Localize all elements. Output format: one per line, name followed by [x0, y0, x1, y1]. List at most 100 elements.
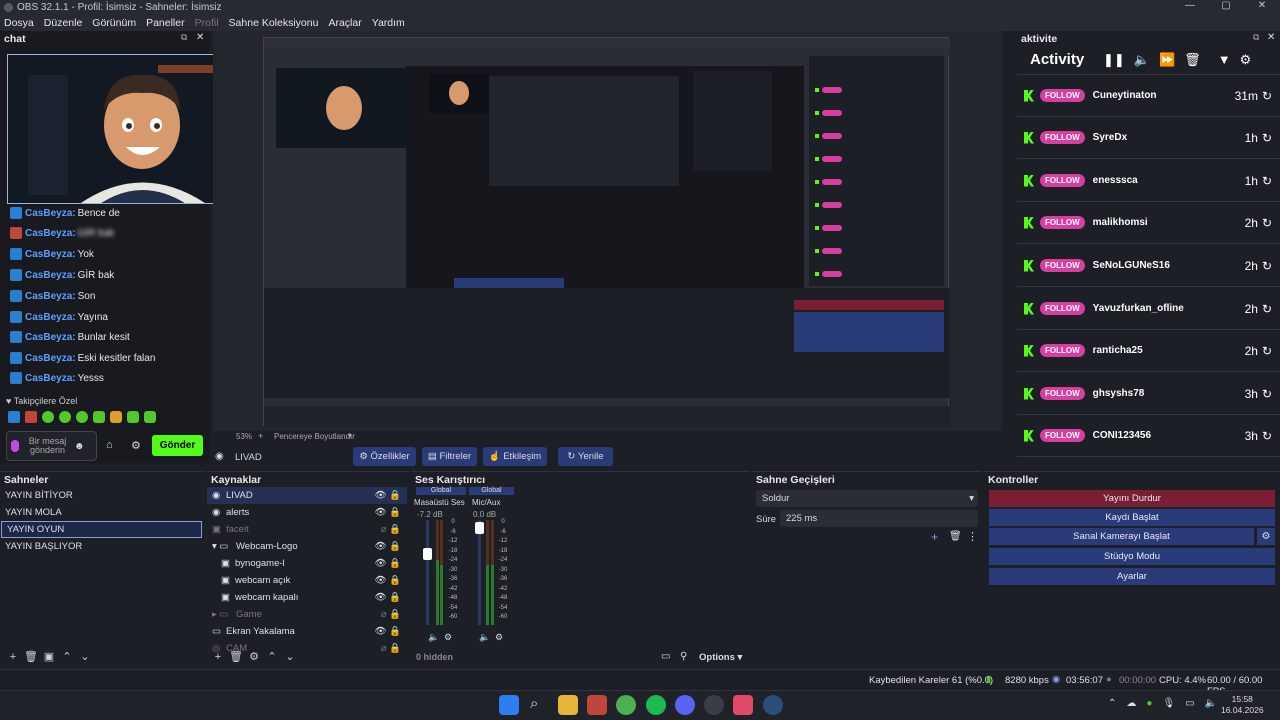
fit-window-label[interactable]: Pencereye Boyutlandır — [274, 432, 355, 441]
studio-mode-button[interactable]: Stüdyo Modu — [989, 548, 1275, 565]
emoji-icon[interactable]: ☻ — [74, 441, 85, 452]
chevron-up-icon[interactable]: ⌃ — [1108, 698, 1116, 709]
activity-item[interactable]: FOLLOW enesssca 1h ↻ — [1017, 160, 1280, 202]
gear-icon[interactable]: ⚙ — [1257, 528, 1275, 545]
chat-close-icon[interactable]: ✕ — [196, 32, 204, 43]
menu-yardim[interactable]: Yardım — [372, 17, 405, 29]
volume-handle[interactable] — [475, 522, 484, 534]
gear-icon[interactable]: ⚙ — [1240, 52, 1252, 68]
activity-item[interactable]: FOLLOW SeNoLGUNeS16 2h ↻ — [1017, 245, 1280, 287]
emote-icon[interactable] — [25, 411, 37, 423]
maximize-button[interactable]: ▢ — [1208, 0, 1244, 11]
source-item[interactable]: ▣ faceit ⌀ 🔒 — [207, 521, 407, 538]
activity-close-icon[interactable]: ✕ — [1267, 32, 1275, 43]
replay-icon[interactable]: ↻ — [1262, 131, 1272, 145]
scene-item-selected[interactable]: YAYIN OYUN — [1, 521, 202, 538]
mute-icon[interactable]: 🔈 — [428, 632, 439, 643]
mixer-options-button[interactable]: Options ▾ — [699, 652, 742, 663]
filters-button[interactable]: ▤ Filtreler — [422, 447, 477, 466]
menu-paneller[interactable]: Paneller — [146, 17, 185, 29]
chrome-icon[interactable] — [616, 695, 636, 715]
trash-icon[interactable]: 🗑 — [949, 531, 962, 542]
menu-gorunum[interactable]: Görünüm — [92, 17, 136, 29]
emote-icon[interactable] — [127, 411, 139, 423]
activity-item[interactable]: FOLLOW malikhomsi 2h ↻ — [1017, 202, 1280, 244]
menu-profil[interactable]: Profil — [195, 17, 219, 29]
zoom-in-icon[interactable]: + — [258, 431, 263, 441]
trash-icon[interactable]: 🗑 — [227, 650, 245, 663]
menu-araclar[interactable]: Araçlar — [328, 17, 361, 29]
up-icon[interactable]: ⌃ — [58, 650, 76, 663]
app-icon[interactable] — [587, 695, 607, 715]
obs-icon[interactable] — [704, 695, 724, 715]
start-recording-button[interactable]: Kaydı Başlat — [989, 509, 1275, 526]
emote-icon[interactable] — [144, 411, 156, 423]
tray-icon[interactable]: ☁ — [1126, 698, 1136, 709]
down-icon[interactable]: ⌄ — [281, 650, 299, 663]
replay-icon[interactable]: ↻ — [1262, 387, 1272, 401]
properties-button[interactable]: ⚙ Özellikler — [353, 447, 416, 466]
menu-duzenle[interactable]: Düzenle — [44, 17, 83, 29]
up-icon[interactable]: ⌃ — [263, 650, 281, 663]
gear-icon[interactable]: ⚙ — [245, 650, 263, 663]
add-transition-icon[interactable]: + — [931, 530, 938, 544]
steam-icon[interactable] — [763, 695, 783, 715]
interact-button[interactable]: ☝ Etkileşim — [483, 447, 547, 466]
down-icon[interactable]: ⌄ — [76, 650, 94, 663]
add-icon[interactable]: + — [209, 651, 227, 663]
channel-name[interactable]: Mic/Aux — [472, 498, 500, 507]
trash-icon[interactable]: 🗑 — [1184, 52, 1201, 68]
duration-spinbox[interactable]: 225 ms — [780, 510, 978, 527]
source-item[interactable]: ◉ LIVAD 👁 🔒 — [207, 487, 407, 504]
source-item[interactable]: ▣ webcam açık 👁 🔒 — [207, 572, 407, 589]
filter-icon[interactable]: ▣ — [40, 650, 58, 663]
start-virtual-camera-button[interactable]: Sanal Kamerayı Başlat — [989, 528, 1254, 545]
shop-icon[interactable]: ⌂ — [106, 439, 113, 451]
mute-icon[interactable]: 🔈 — [479, 632, 490, 643]
menu-dosya[interactable]: Dosya — [4, 17, 34, 29]
source-item[interactable]: ▸ ▭ Game ⌀ 🔒 — [207, 606, 407, 623]
emote-icon[interactable] — [93, 411, 105, 423]
volume-icon[interactable]: 🔈 — [1205, 698, 1217, 709]
mic-icon[interactable] — [11, 440, 19, 452]
scene-item[interactable]: YAYIN MOLA — [0, 504, 205, 521]
emote-icon[interactable] — [8, 411, 20, 423]
chevron-down-icon[interactable]: ▾ — [348, 431, 352, 440]
source-item[interactable]: ▣ webcam kapalı 👁 🔒 — [207, 589, 407, 606]
refresh-button[interactable]: ↻ Yenile — [558, 447, 613, 466]
file-explorer-icon[interactable] — [558, 695, 578, 715]
stop-streaming-button[interactable]: Yayını Durdur — [989, 490, 1275, 507]
float-icon[interactable]: ⧉ — [181, 32, 187, 43]
discord-icon[interactable] — [675, 695, 695, 715]
trash-icon[interactable]: 🗑 — [22, 650, 40, 663]
source-item[interactable]: ◉ alerts 👁 🔒 — [207, 504, 407, 521]
more-icon[interactable]: ⋮ — [967, 530, 978, 543]
channel-name[interactable]: Masaüstü Ses — [414, 498, 465, 507]
activity-item[interactable]: FOLLOW SyreDx 1h ↻ — [1017, 117, 1280, 159]
source-item[interactable]: ▾ ▭ Webcam-Logo 👁 🔒 — [207, 538, 407, 555]
replay-icon[interactable]: ↻ — [1262, 174, 1272, 188]
activity-item[interactable]: FOLLOW Cuneytinaton 31m ↻ — [1017, 75, 1280, 117]
add-icon[interactable]: + — [4, 651, 22, 663]
send-button[interactable]: Gönder — [152, 435, 203, 456]
activity-item[interactable]: FOLLOW CONI123456 3h ↻ — [1017, 415, 1280, 457]
source-item[interactable]: ▣ bynogame-l 👁 🔒 — [207, 555, 407, 572]
chat-input[interactable]: Bir mesaj gönderin ☻ — [6, 431, 97, 461]
search-icon[interactable]: ⌕ — [530, 695, 538, 712]
emote-icon[interactable] — [76, 411, 88, 423]
scene-item[interactable]: YAYIN BİTİYOR — [0, 487, 205, 504]
clock[interactable]: 15:58 16.04.2026 — [1221, 694, 1264, 716]
replay-icon[interactable]: ↻ — [1262, 302, 1272, 316]
activity-item[interactable]: FOLLOW Yavuzfurkan_ofline 2h ↻ — [1017, 288, 1280, 330]
spotify-icon[interactable] — [646, 695, 666, 715]
emote-icon[interactable] — [59, 411, 71, 423]
gear-icon[interactable]: ⚙ — [131, 439, 141, 452]
settings-button[interactable]: Ayarlar — [989, 568, 1275, 585]
app-icon[interactable] — [733, 695, 753, 715]
network-icon[interactable]: ▭ — [1185, 698, 1194, 709]
activity-item[interactable]: FOLLOW ranticha25 2h ↻ — [1017, 330, 1280, 372]
gear-icon[interactable]: ⚙ — [444, 632, 452, 643]
transition-select[interactable]: Soldur ▾ — [756, 490, 978, 507]
filter-icon[interactable]: ▼ — [1218, 52, 1231, 68]
mic-icon[interactable]: 🎙 — [1162, 698, 1175, 709]
